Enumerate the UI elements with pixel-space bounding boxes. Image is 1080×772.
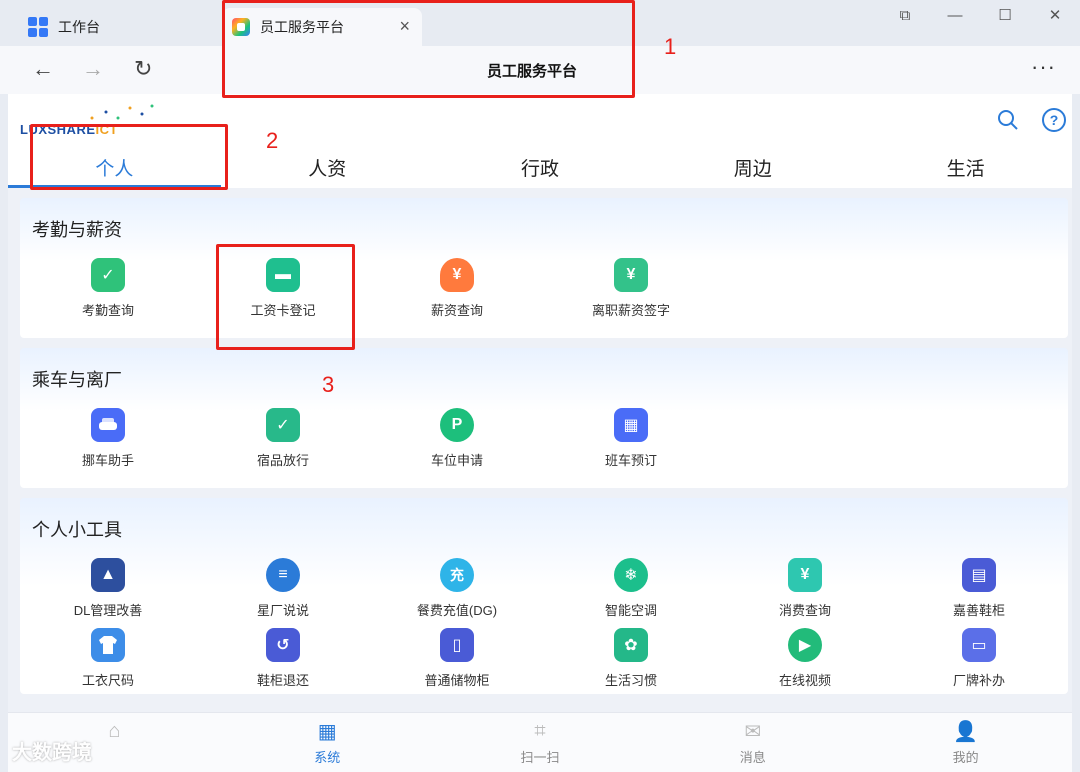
app-badge-reissue[interactable]: ▭ 厂牌补办	[892, 628, 1066, 689]
annotation-number-2: 2	[266, 128, 279, 153]
app-life-habits[interactable]: ✿ 生活习惯	[544, 628, 718, 689]
bottom-nav-messages[interactable]: ✉ 消息	[646, 713, 859, 772]
chat-bubble-icon: ≡	[266, 558, 300, 592]
annotation-box-3	[216, 244, 355, 350]
annotation-box-2	[30, 124, 228, 190]
parking-icon: P	[440, 408, 474, 442]
close-window-icon[interactable]: ✕	[1030, 0, 1080, 30]
user-icon: 👤	[953, 720, 979, 743]
home-icon: ⌂	[108, 719, 121, 742]
cabinet-icon: ▤	[962, 558, 996, 592]
uniform-icon	[91, 628, 125, 662]
restore-icon[interactable]: ⧉	[880, 0, 930, 30]
app-shoe-cabinet-return[interactable]: ↺ 鞋柜退还	[196, 628, 370, 689]
air-conditioner-icon: ❄	[614, 558, 648, 592]
tab-label: 工作台	[58, 19, 100, 35]
bottom-nav-profile[interactable]: 👤 我的	[859, 713, 1072, 772]
scan-icon: ⌗	[534, 719, 546, 742]
plant-icon: ✿	[614, 628, 648, 662]
video-cloud-icon: ▶	[788, 628, 822, 662]
tab-admin[interactable]: 行政	[434, 144, 647, 188]
maximize-icon[interactable]: ☐	[980, 0, 1030, 30]
building-chart-icon: ▲	[91, 558, 125, 592]
minimize-icon[interactable]: —	[930, 0, 980, 30]
calendar-check-icon: ✓	[91, 258, 125, 292]
receipt-icon: ¥	[788, 558, 822, 592]
app-move-car-assistant[interactable]: 挪车助手	[21, 408, 195, 469]
app-uniform-size[interactable]: 工衣尺码	[21, 628, 195, 689]
app-attendance-query[interactable]: ✓ 考勤查询	[21, 258, 195, 319]
cabinet-return-icon: ↺	[266, 628, 300, 662]
apps-icon: ▦	[317, 720, 337, 743]
id-card-icon: ▭	[962, 628, 996, 662]
workbench-grid-icon	[28, 17, 48, 37]
app-salary-query[interactable]: ¥ 薪资查询	[370, 258, 544, 319]
section-title: 乘车与离厂	[32, 370, 122, 390]
section-title: 考勤与薪资	[32, 220, 122, 240]
app-jiashan-shoe-cabinet[interactable]: ▤ 嘉善鞋柜	[892, 558, 1066, 619]
app-smart-ac[interactable]: ❄ 智能空调	[544, 558, 718, 619]
window-controls: ⧉ — ☐ ✕	[880, 0, 1080, 30]
annotation-number-1: 1	[664, 34, 677, 59]
search-icon[interactable]	[996, 108, 1020, 132]
watermark: 大数跨境	[12, 742, 92, 764]
tab-workbench[interactable]: 工作台	[18, 8, 218, 46]
annotation-box-1	[222, 0, 635, 98]
bottom-nav-system[interactable]: ▦ 系统	[221, 713, 434, 772]
recharge-icon: 充	[440, 558, 474, 592]
bottom-navigation: ⌂ ▦ 系统 ⌗ 扫一扫 ✉ 消息 👤 我的	[8, 712, 1072, 772]
section-title: 个人小工具	[32, 520, 122, 540]
section-personal-tools: 个人小工具 ▲ DL管理改善 ≡ 星厂说说 充 餐费充值(DG) ❄ 智能空调 …	[20, 498, 1068, 694]
logo-dots-icon	[90, 104, 154, 120]
help-icon[interactable]: ?	[1042, 108, 1066, 132]
bottom-nav-scan[interactable]: ⌗ 扫一扫	[434, 713, 647, 772]
money-bag-icon: ¥	[440, 258, 474, 292]
app-online-video[interactable]: ▶ 在线视频	[718, 628, 892, 689]
app-consumption-query[interactable]: ¥ 消费查询	[718, 558, 892, 619]
message-icon: ✉	[744, 720, 762, 743]
app-meal-recharge[interactable]: 充 餐费充值(DG)	[370, 558, 544, 619]
sign-document-icon: ¥	[614, 258, 648, 292]
car-icon	[91, 408, 125, 442]
package-check-icon: ✓	[266, 408, 300, 442]
bus-icon: ▦	[614, 408, 648, 442]
app-factory-talk[interactable]: ≡ 星厂说说	[196, 558, 370, 619]
section-transport-exit: 乘车与离厂 挪车助手 ✓ 宿品放行 P 车位申请 ▦ 班车预订	[20, 348, 1068, 488]
tab-nearby[interactable]: 周边	[646, 144, 859, 188]
app-dl-management[interactable]: ▲ DL管理改善	[21, 558, 195, 619]
app-shuttle-bus-booking[interactable]: ▦ 班车预订	[544, 408, 718, 469]
tab-hr[interactable]: 人资	[221, 144, 434, 188]
annotation-number-3: 3	[322, 372, 335, 397]
app-resignation-salary-sign[interactable]: ¥ 离职薪资签字	[544, 258, 718, 319]
section-attendance-salary: 考勤与薪资 ✓ 考勤查询 ▬ 工资卡登记 ¥ 薪资查询 ¥ 离职薪资签字	[20, 198, 1068, 338]
app-dorm-goods-release[interactable]: ✓ 宿品放行	[196, 408, 370, 469]
tab-life[interactable]: 生活	[859, 144, 1072, 188]
more-menu-icon[interactable]: ···	[1031, 54, 1056, 80]
app-page: LUXSHAREICT ? 个人 人资 行政 周边 生活 考勤与薪资 ✓ 考勤查…	[8, 94, 1072, 772]
locker-key-icon: ▯	[440, 628, 474, 662]
app-regular-locker[interactable]: ▯ 普通储物柜	[370, 628, 544, 689]
app-parking-application[interactable]: P 车位申请	[370, 408, 544, 469]
